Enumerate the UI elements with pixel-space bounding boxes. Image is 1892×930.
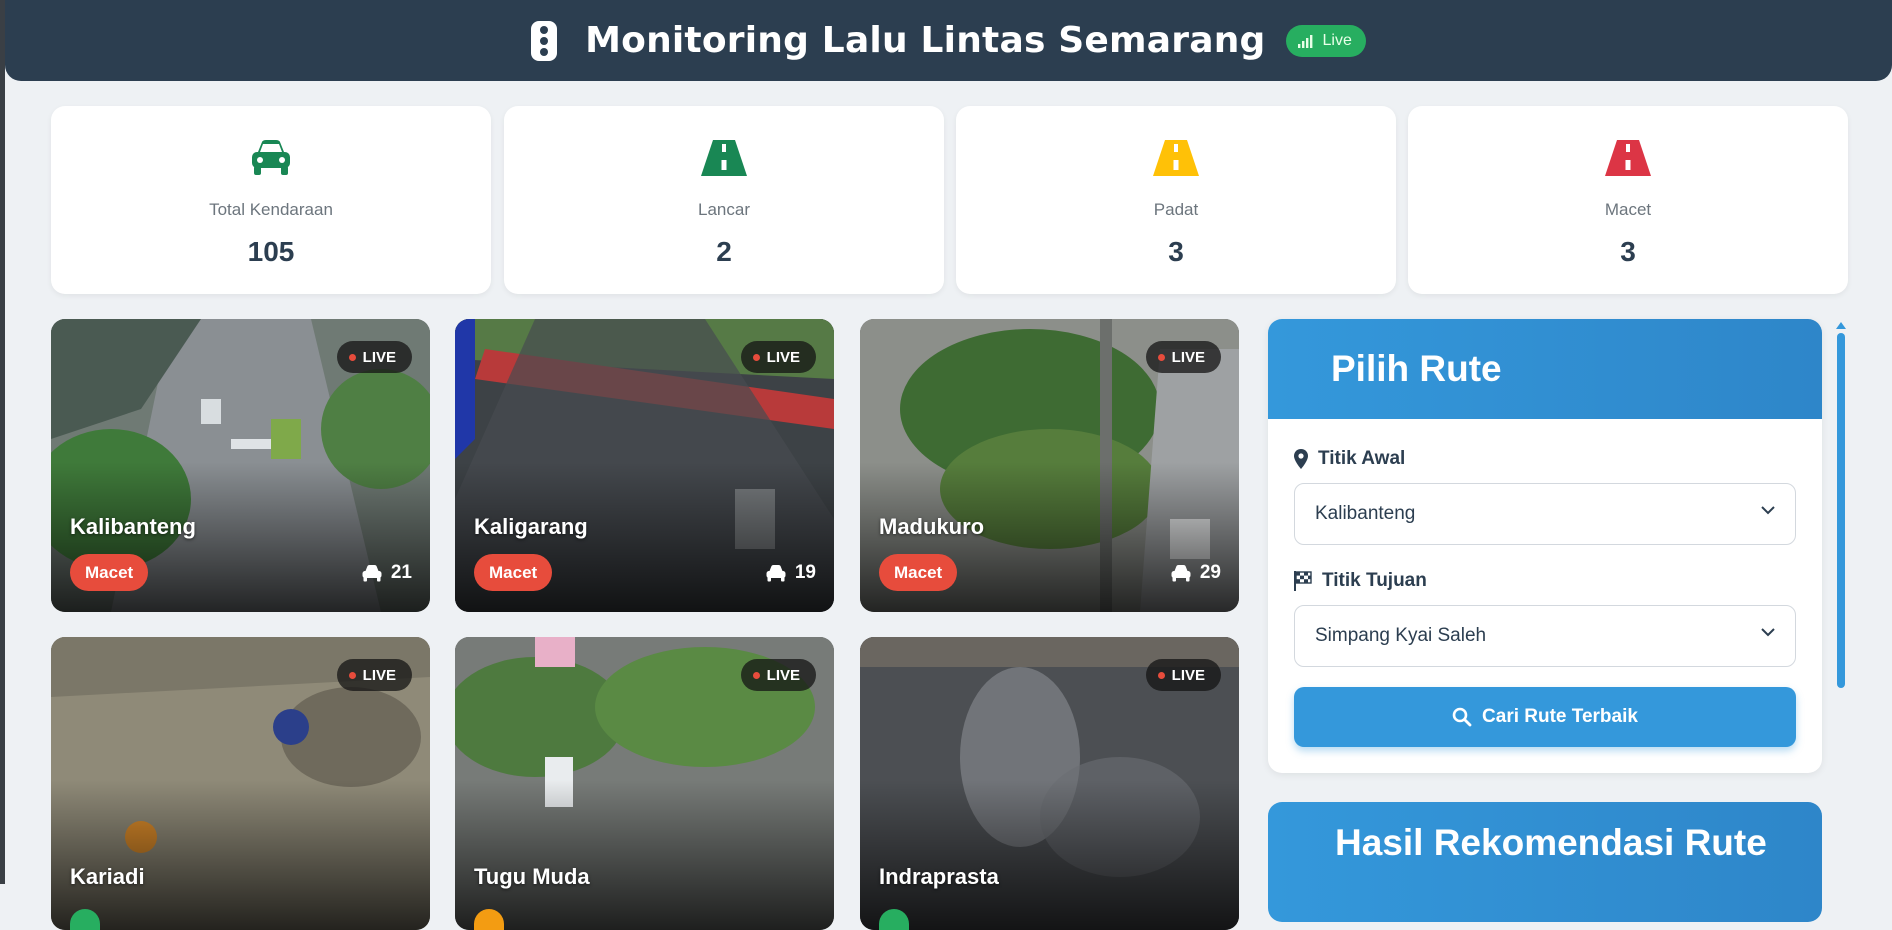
car-icon	[1171, 565, 1191, 582]
stat-value: 3	[1620, 236, 1636, 267]
car-icon	[362, 565, 382, 582]
stat-label: Padat	[1153, 200, 1199, 219]
camera-card-kalibanteng[interactable]: LIVE Kalibanteng Macet 21	[51, 319, 430, 612]
camera-card-tugu-muda[interactable]: LIVE Tugu Muda	[455, 637, 834, 930]
chevron-down-icon	[1761, 506, 1775, 515]
map-marker-icon	[1294, 449, 1308, 469]
top-header: Monitoring Lalu Lintas Semarang Live	[5, 0, 1892, 81]
vehicle-count-value: 19	[794, 562, 816, 583]
stat-value: 105	[247, 236, 295, 267]
stat-label: Lancar	[698, 200, 750, 219]
status-badge: Macet	[70, 554, 149, 591]
page-title: Monitoring Lalu Lintas Semarang	[585, 20, 1266, 61]
card-overlay	[51, 780, 430, 930]
route-result-panel: Hasil Rekomendasi Rute	[1268, 802, 1822, 922]
live-status-badge: Live	[1285, 24, 1366, 57]
car-icon	[252, 140, 290, 175]
origin-label-text: Titik Awal	[1318, 448, 1406, 469]
vehicle-count: 29	[1170, 562, 1221, 584]
origin-select-value: Kalibanteng	[1315, 503, 1416, 524]
destination-label: Titik Tujuan	[1294, 570, 1427, 592]
camera-card-kariadi[interactable]: LIVE Kariadi	[51, 637, 430, 930]
window-edge	[0, 0, 5, 884]
live-badge: LIVE	[1145, 341, 1221, 373]
stat-label: Macet	[1604, 200, 1652, 219]
status-badge: Macet	[474, 554, 553, 591]
stat-card-lancar: Lancar 2	[504, 106, 944, 294]
scrollbar-thumb[interactable]	[1837, 333, 1845, 688]
route-panel-header: Pilih Rute	[1268, 319, 1822, 419]
stat-label: Total Kendaraan	[209, 200, 333, 219]
chevron-down-icon	[1761, 628, 1775, 637]
camera-name: Kariadi	[70, 864, 145, 889]
camera-card-indraprasta[interactable]: LIVE Indraprasta	[860, 637, 1239, 930]
camera-name: Indraprasta	[879, 864, 999, 889]
road-icon	[1153, 140, 1199, 176]
live-badge: LIVE	[336, 341, 412, 373]
camera-name: Kalibanteng	[70, 514, 196, 539]
vehicle-count: 19	[765, 562, 816, 584]
search-route-button-label: Cari Rute Terbaik	[1482, 706, 1638, 727]
vehicle-count-value: 21	[390, 562, 412, 583]
camera-card-kaligarang[interactable]: LIVE Kaligarang Macet 19	[455, 319, 834, 612]
live-label: Live	[1322, 31, 1352, 49]
camera-name: Tugu Muda	[474, 864, 590, 889]
search-icon	[1452, 707, 1472, 727]
route-panel: Pilih Rute Titik Awal Kalibanteng Titik …	[1268, 319, 1822, 773]
scroll-up-arrow[interactable]	[1836, 322, 1846, 329]
camera-card-madukuro[interactable]: LIVE Madukuro Macet 29	[860, 319, 1239, 612]
camera-name: Kaligarang	[474, 514, 588, 539]
vehicle-count: 21	[361, 562, 412, 584]
signal-icon	[1297, 34, 1312, 48]
live-badge: LIVE	[740, 659, 816, 691]
origin-label: Titik Awal	[1294, 448, 1405, 470]
destination-label-text: Titik Tujuan	[1322, 570, 1427, 591]
card-overlay	[455, 780, 834, 930]
stat-value: 2	[716, 236, 732, 267]
car-icon	[766, 565, 786, 582]
search-route-button[interactable]: Cari Rute Terbaik	[1294, 687, 1796, 747]
camera-name: Madukuro	[879, 514, 985, 539]
status-badge: Macet	[879, 554, 958, 591]
route-result-title: Hasil Rekomendasi Rute	[1335, 822, 1767, 863]
road-icon	[701, 140, 747, 176]
card-overlay	[860, 780, 1239, 930]
stat-card-macet: Macet 3	[1408, 106, 1848, 294]
origin-select[interactable]: Kalibanteng	[1294, 483, 1796, 545]
traffic-light-icon	[531, 20, 558, 61]
stat-card-total: Total Kendaraan 105	[51, 106, 491, 294]
stat-card-padat: Padat 3	[956, 106, 1396, 294]
stat-value: 3	[1168, 236, 1184, 267]
live-badge: LIVE	[1145, 659, 1221, 691]
road-icon	[1605, 140, 1651, 176]
route-panel-title: Pilih Rute	[1331, 348, 1502, 389]
destination-select-value: Simpang Kyai Saleh	[1315, 625, 1487, 646]
destination-select[interactable]: Simpang Kyai Saleh	[1294, 605, 1796, 667]
live-badge: LIVE	[336, 659, 412, 691]
flag-checkered-icon	[1294, 571, 1312, 591]
vehicle-count-value: 29	[1199, 562, 1221, 583]
live-badge: LIVE	[740, 341, 816, 373]
